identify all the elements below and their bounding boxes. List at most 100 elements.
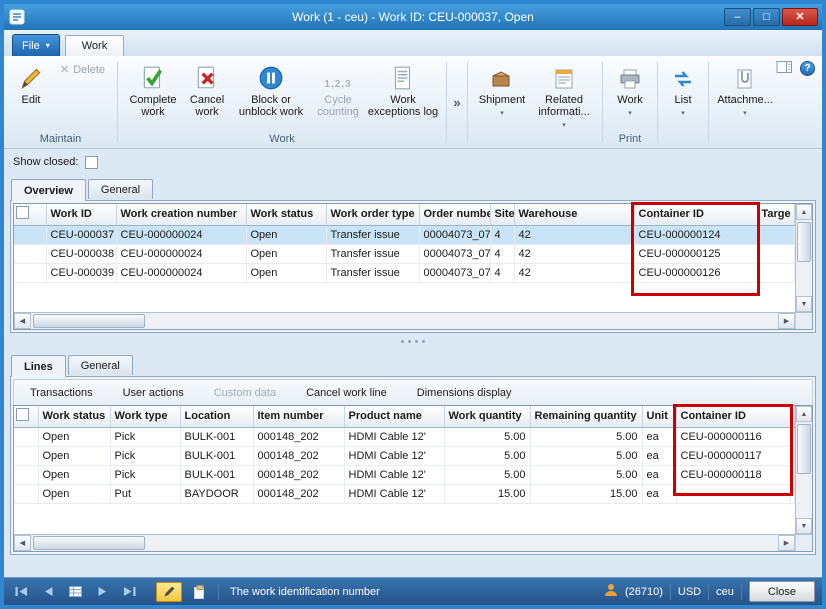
minimize-button[interactable]: – bbox=[724, 8, 751, 26]
column-header-work-creation-number[interactable]: Work creation number bbox=[116, 204, 246, 225]
column-header-warehouse[interactable]: Warehouse bbox=[514, 204, 634, 225]
scroll-right-button[interactable]: ▶ bbox=[778, 313, 795, 329]
table-row[interactable]: Open Pick BULK-001 000148_202 HDMI Cable… bbox=[14, 427, 795, 446]
select-all-checkbox[interactable] bbox=[16, 408, 29, 421]
column-header-remaining-quantity[interactable]: Remaining quantity bbox=[530, 406, 642, 427]
scroll-thumb[interactable] bbox=[33, 314, 145, 328]
user-actions-button[interactable]: User actions bbox=[123, 387, 184, 399]
grid-cell: 5.00 bbox=[444, 446, 530, 465]
grid-cell: Put bbox=[110, 484, 180, 503]
paste-icon[interactable] bbox=[189, 582, 211, 602]
table-row[interactable]: Open Put BAYDOOR 000148_202 HDMI Cable 1… bbox=[14, 484, 795, 503]
column-header-container-id[interactable]: Container ID bbox=[634, 204, 757, 225]
grid-cell: Open bbox=[38, 427, 110, 446]
cancel-work-button[interactable]: Cancel work bbox=[183, 59, 231, 120]
column-header-container-id[interactable]: Container ID bbox=[676, 406, 790, 427]
last-record-button[interactable] bbox=[119, 583, 139, 601]
lines-grid: Work status Work type Location Item numb… bbox=[14, 406, 795, 504]
delete-button[interactable]: ✕ Delete bbox=[53, 59, 112, 80]
scroll-down-button[interactable]: ▼ bbox=[796, 296, 812, 312]
column-header-work-status[interactable]: Work status bbox=[38, 406, 110, 427]
ribbon-separator bbox=[657, 62, 658, 142]
file-menu-button[interactable]: File ▾ bbox=[12, 34, 60, 56]
column-header-target[interactable]: Targe bbox=[757, 204, 795, 225]
column-header-location[interactable]: Location bbox=[180, 406, 253, 427]
cycle-counting-label: Cycle counting bbox=[313, 94, 363, 118]
table-row[interactable]: CEU-000039 CEU-000000024 Open Transfer i… bbox=[14, 263, 795, 282]
work-print-button[interactable]: Work ▾ bbox=[608, 59, 652, 122]
tab-general-bottom[interactable]: General bbox=[68, 355, 133, 375]
layout-panes-icon[interactable] bbox=[776, 60, 793, 77]
statusbar-separator bbox=[218, 584, 219, 600]
scroll-right-button[interactable]: ▶ bbox=[778, 535, 795, 551]
scroll-thumb[interactable] bbox=[797, 222, 811, 262]
scroll-down-button[interactable]: ▼ bbox=[796, 518, 812, 534]
shipment-button[interactable]: Shipment ▾ bbox=[473, 59, 531, 122]
close-button[interactable]: Close bbox=[749, 581, 815, 602]
column-header-work-status[interactable]: Work status bbox=[246, 204, 326, 225]
scroll-left-button[interactable]: ◀ bbox=[14, 535, 31, 551]
table-row[interactable]: Open Pick BULK-001 000148_202 HDMI Cable… bbox=[14, 446, 795, 465]
column-header-work-quantity[interactable]: Work quantity bbox=[444, 406, 530, 427]
grid-cell: Open bbox=[38, 446, 110, 465]
scroll-thumb[interactable] bbox=[797, 424, 811, 474]
scroll-left-button[interactable]: ◀ bbox=[14, 313, 31, 329]
show-closed-checkbox[interactable] bbox=[85, 156, 98, 169]
horizontal-scrollbar[interactable]: ◀ ▶ bbox=[14, 534, 812, 551]
ribbon-separator bbox=[467, 62, 468, 142]
tab-general-top[interactable]: General bbox=[88, 179, 153, 199]
cancel-work-line-button[interactable]: Cancel work line bbox=[306, 387, 387, 399]
next-record-button[interactable] bbox=[92, 583, 112, 601]
dimensions-display-button[interactable]: Dimensions display bbox=[417, 387, 512, 399]
scroll-up-button[interactable]: ▲ bbox=[796, 406, 812, 422]
previous-record-button[interactable] bbox=[38, 583, 58, 601]
ribbon-separator bbox=[602, 62, 603, 142]
vertical-scrollbar[interactable]: ▲ ▼ bbox=[795, 204, 812, 312]
vertical-scrollbar[interactable]: ▲ ▼ bbox=[795, 406, 812, 534]
complete-work-label: Complete work bbox=[125, 94, 181, 118]
grid-cell: 42 bbox=[514, 244, 634, 263]
horizontal-scrollbar[interactable]: ◀ ▶ bbox=[14, 312, 812, 329]
column-header-work-order-type[interactable]: Work order type bbox=[326, 204, 419, 225]
table-row[interactable]: CEU-000037 CEU-000000024 Open Transfer i… bbox=[14, 225, 795, 244]
column-header-product-name[interactable]: Product name bbox=[344, 406, 444, 427]
tab-lines[interactable]: Lines bbox=[11, 355, 66, 377]
list-button[interactable]: List ▾ bbox=[663, 59, 703, 122]
select-all-checkbox[interactable] bbox=[16, 206, 29, 219]
column-header-item-number[interactable]: Item number bbox=[253, 406, 344, 427]
table-row[interactable]: CEU-000038 CEU-000000024 Open Transfer i… bbox=[14, 244, 795, 263]
grid-view-icon[interactable] bbox=[65, 583, 85, 601]
column-header-work-id[interactable]: Work ID bbox=[46, 204, 116, 225]
column-header-order-number[interactable]: Order number bbox=[419, 204, 490, 225]
ribbon-overflow-chevron[interactable]: » bbox=[449, 56, 465, 148]
grid-cell: CEU-000000117 bbox=[676, 446, 790, 465]
grid-cell: Transfer issue bbox=[326, 244, 419, 263]
grid-cell: CEU-000000024 bbox=[116, 263, 246, 282]
block-unblock-work-button[interactable]: Block or unblock work bbox=[231, 59, 311, 120]
ribbon-tab-work[interactable]: Work bbox=[65, 35, 124, 56]
transactions-button[interactable]: Transactions bbox=[30, 387, 93, 399]
help-icon[interactable]: ? bbox=[800, 61, 815, 76]
grid-cell: 42 bbox=[514, 225, 634, 244]
attachments-button[interactable]: Attachme... ▾ bbox=[714, 59, 776, 122]
close-window-button[interactable]: ✕ bbox=[782, 8, 818, 26]
ribbon-group-attachments: Attachme... ▾ bbox=[711, 56, 779, 148]
column-header-site[interactable]: Site bbox=[490, 204, 514, 225]
tab-overview[interactable]: Overview bbox=[11, 179, 86, 201]
complete-work-button[interactable]: Complete work bbox=[123, 59, 183, 120]
maximize-button[interactable]: □ bbox=[753, 8, 780, 26]
table-row[interactable]: Open Pick BULK-001 000148_202 HDMI Cable… bbox=[14, 465, 795, 484]
edit-record-button[interactable] bbox=[156, 582, 182, 602]
scroll-up-button[interactable]: ▲ bbox=[796, 204, 812, 220]
chevron-down-icon: ▾ bbox=[628, 108, 632, 120]
pane-splitter[interactable] bbox=[4, 333, 822, 349]
grid-cell: 4 bbox=[490, 244, 514, 263]
first-record-button[interactable] bbox=[11, 583, 31, 601]
column-header-work-type[interactable]: Work type bbox=[110, 406, 180, 427]
column-header-unit[interactable]: Unit bbox=[642, 406, 676, 427]
work-exceptions-log-button[interactable]: Work exceptions log bbox=[365, 59, 441, 120]
scroll-thumb[interactable] bbox=[33, 536, 145, 550]
edit-button[interactable]: Edit bbox=[9, 59, 53, 108]
grid-cell: BULK-001 bbox=[180, 446, 253, 465]
related-information-button[interactable]: Related informati... ▾ bbox=[531, 59, 597, 134]
